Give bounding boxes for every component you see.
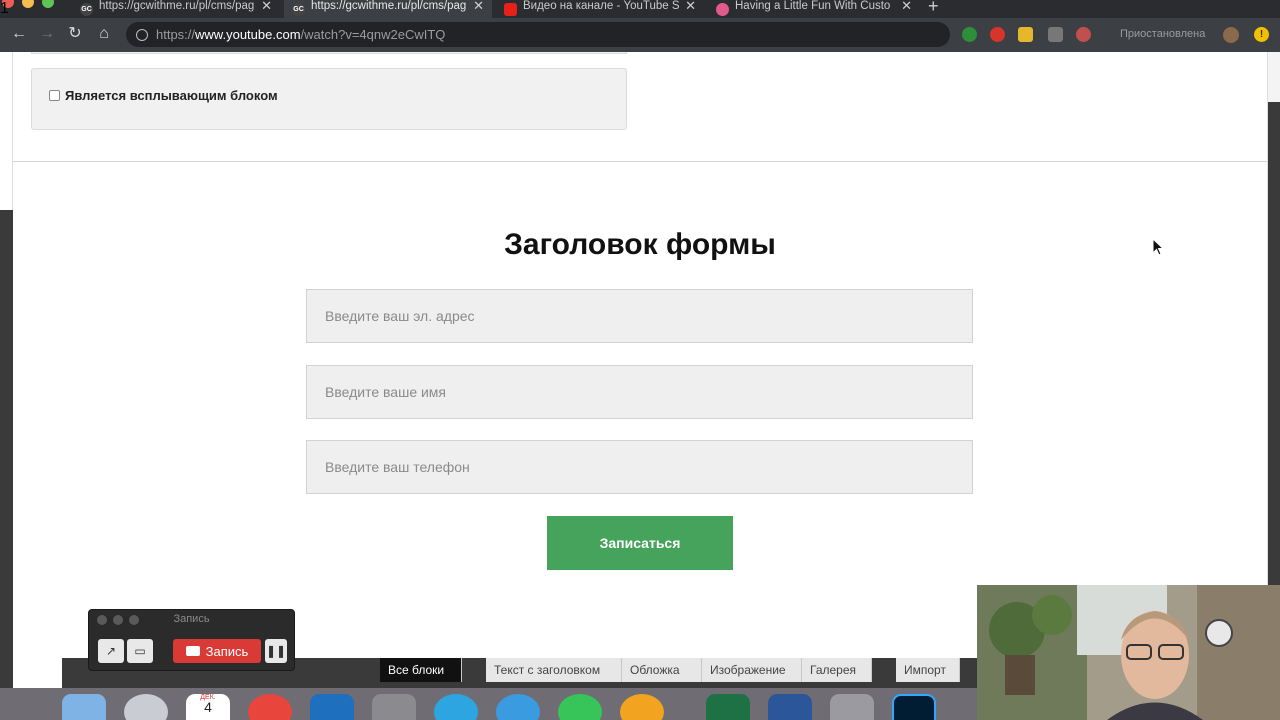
dribbble-favicon-icon	[716, 2, 729, 16]
section-divider	[13, 161, 1267, 162]
system-preferences-icon[interactable]	[372, 694, 416, 720]
email-field[interactable]	[307, 290, 972, 342]
calendar-icon[interactable]: ДЕК. 4	[186, 694, 230, 720]
profile-avatar[interactable]	[1223, 27, 1239, 43]
recorder-title: Запись	[173, 613, 210, 625]
email-field-wrapper	[306, 289, 973, 343]
extension-adblock-icon[interactable]	[990, 27, 1005, 42]
close-tab-icon[interactable]: ✕	[685, 0, 696, 14]
finder-icon[interactable]	[62, 694, 106, 720]
tab-title: https://gcwithme.ru/pl/cms/pag	[99, 0, 255, 12]
url-host: www.youtube.com	[195, 27, 301, 42]
telegram-icon[interactable]	[434, 694, 478, 720]
name-field[interactable]	[307, 366, 972, 418]
reload-icon[interactable]: ↻	[66, 26, 84, 42]
tab-title: Having a Little Fun With Custo	[735, 0, 891, 12]
extension-w-icon[interactable]	[962, 27, 977, 42]
url-scheme: https://	[156, 27, 196, 42]
record-button[interactable]: Запись	[173, 639, 261, 663]
calendar-day: 4	[204, 699, 212, 715]
browser-toolbar: ← → ↻ ⌂ https://www.youtube.com/watch?v=…	[0, 18, 1280, 52]
popup-checkbox-label: Является всплывающим блоком	[65, 88, 278, 103]
forward-arrow-icon[interactable]: →	[38, 26, 56, 42]
notification-badge: 1	[0, 0, 9, 17]
close-tab-icon[interactable]: ✕	[473, 0, 484, 14]
minimize-window-icon[interactable]	[22, 0, 34, 8]
popup-block-checkbox[interactable]	[49, 90, 60, 101]
extension-eyedropper-icon[interactable]	[1048, 27, 1063, 42]
mouse-cursor-icon	[1152, 238, 1164, 256]
new-tab-button[interactable]: +	[928, 0, 939, 17]
arrow-tool-icon[interactable]: ↗	[98, 639, 124, 663]
word-icon[interactable]	[768, 694, 812, 720]
whatsapp-icon[interactable]	[558, 694, 602, 720]
gc-favicon-icon: GC	[292, 2, 305, 16]
messenger-icon[interactable]	[496, 694, 540, 720]
record-label: Запись	[205, 643, 249, 659]
form-title[interactable]: Заголовок формы	[13, 228, 1267, 262]
trello-icon[interactable]	[310, 694, 354, 720]
name-field-wrapper	[306, 365, 973, 419]
back-arrow-icon[interactable]: ←	[10, 26, 28, 42]
warning-icon[interactable]: !	[1254, 27, 1269, 42]
block-tab-import[interactable]: Импорт	[896, 658, 960, 682]
maximize-window-icon[interactable]	[42, 0, 54, 8]
block-tab-text-heading[interactable]: Текст с заголовком	[486, 658, 622, 682]
browser-tab-2[interactable]: GC https://gcwithme.ru/pl/cms/pag ✕	[284, 0, 492, 18]
close-tab-icon[interactable]: ✕	[261, 0, 272, 14]
block-tab-all[interactable]: Все блоки	[380, 658, 462, 682]
url-path: /watch?v=4qnw2eCwITQ	[300, 27, 446, 42]
pause-icon[interactable]: ❚❚	[265, 639, 287, 663]
popup-checkbox-row[interactable]: Является всплывающим блоком	[49, 88, 278, 103]
extension-chrome-icon[interactable]	[1076, 27, 1091, 42]
browser-tab-4[interactable]: Having a Little Fun With Custo ✕	[708, 0, 920, 18]
phone-field-wrapper	[306, 440, 973, 494]
extension-notes-icon[interactable]	[1018, 27, 1033, 42]
chrome-icon[interactable]	[248, 694, 292, 720]
block-tab-gallery[interactable]: Галерея	[802, 658, 872, 682]
gc-favicon-icon: GC	[80, 2, 93, 16]
calculator-icon[interactable]	[830, 694, 874, 720]
notes-app-icon[interactable]	[620, 694, 664, 720]
camera-icon	[185, 646, 200, 656]
block-settings-panel: Является всплывающим блоком	[31, 68, 627, 130]
tab-title: Видео на канале - YouTube St	[523, 0, 680, 12]
home-icon[interactable]: ⌂	[95, 26, 113, 42]
youtube-favicon-icon	[504, 2, 517, 16]
tab-title: https://gcwithme.ru/pl/cms/pag	[311, 0, 467, 12]
browser-tab-3[interactable]: Видео на канале - YouTube St ✕	[496, 0, 704, 18]
phone-field[interactable]	[307, 441, 972, 493]
settings-panel-top	[31, 52, 627, 54]
profile-status[interactable]: Приостановлена	[1120, 28, 1205, 40]
globe-icon	[136, 28, 148, 41]
close-tab-icon[interactable]: ✕	[901, 0, 912, 14]
excel-icon[interactable]	[706, 694, 750, 720]
browser-tab-1[interactable]: GC https://gcwithme.ru/pl/cms/pag ✕	[72, 0, 280, 18]
browser-tab-strip: GC https://gcwithme.ru/pl/cms/pag ✕ GC h…	[0, 0, 1280, 18]
left-gutter	[0, 52, 13, 690]
frame-tool-icon[interactable]: ▭	[127, 639, 153, 663]
webcam-overlay	[977, 585, 1280, 720]
subscribe-button[interactable]: Записаться	[547, 516, 733, 570]
photoshop-icon[interactable]	[892, 694, 936, 720]
launchpad-icon[interactable]	[124, 694, 168, 720]
block-tab-image[interactable]: Изображение	[702, 658, 802, 682]
address-bar[interactable]: https://www.youtube.com/watch?v=4qnw2eCw…	[126, 22, 950, 47]
screen-recorder-widget: Запись ↗ ▭ Запись ❚❚	[88, 609, 295, 671]
block-tab-cover[interactable]: Обложка	[622, 658, 702, 682]
webcam-image	[977, 585, 1280, 720]
